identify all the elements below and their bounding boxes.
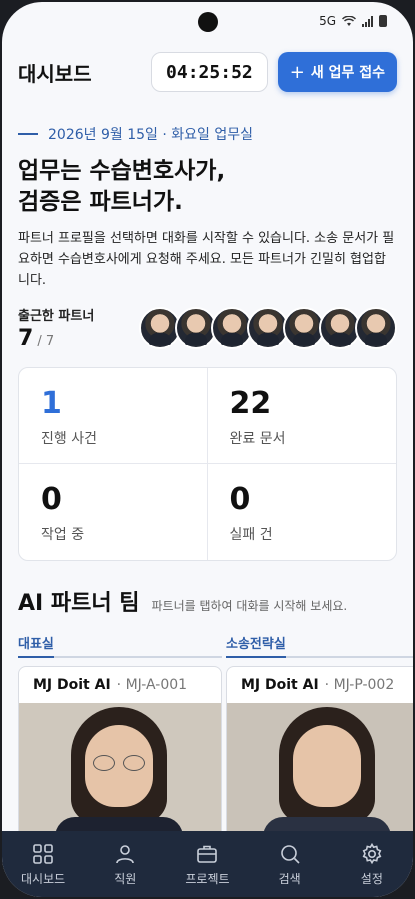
partners-total: / 7 [37, 334, 55, 349]
stat-value: 0 [229, 482, 251, 517]
card-code: · MJ-A-001 [116, 677, 188, 693]
card-name: MJ Doit AI [241, 677, 319, 693]
date-line: 2026년 9월 15일 · 화요일 업무실 [18, 124, 397, 144]
status-bar: 5G [2, 2, 413, 40]
stat-label: 작업 중 [41, 527, 85, 543]
partners-label: 출근한 파트너 [18, 309, 95, 324]
headline-line-2: 검증은 파트너가. [18, 189, 183, 215]
battery-icon [379, 15, 387, 27]
headline-line-1: 업무는 수습변호사가, [18, 158, 226, 184]
tab-label: 프로젝트 [185, 871, 230, 886]
group-label[interactable]: 소송전략실 [226, 633, 286, 658]
page-title: 대시보드 [18, 61, 92, 86]
grid-icon [33, 843, 53, 864]
search-icon [280, 844, 300, 864]
main-content: 2026년 9월 15일 · 화요일 업무실 업무는 수습변호사가, 검증은 파… [2, 102, 413, 836]
wifi-icon [342, 15, 356, 26]
card-title: MJ Doit AI · MJ-P-002 [227, 667, 413, 703]
tab-label: 대시보드 [21, 871, 66, 886]
team-hint: 파트너를 탭하여 대화를 시작해 보세요. [151, 599, 348, 613]
signal-icon [362, 15, 373, 27]
bottom-tab-bar: 대시보드 직원 프로젝트 검색 설정 [2, 831, 413, 897]
card-code: · MJ-P-002 [324, 677, 395, 693]
group-ceo-office: 대표실 MJ Doit AI · MJ-A-001 [18, 633, 222, 836]
stat-label: 진행 사건 [41, 431, 97, 447]
partners-count: 7/ 7 [18, 326, 94, 351]
stat-in-progress[interactable]: 1 진행 사건 [19, 368, 208, 464]
stat-label: 실패 건 [229, 527, 273, 543]
tab-settings[interactable]: 설정 [337, 842, 407, 887]
tab-projects[interactable]: 프로젝트 [172, 842, 242, 887]
tab-label: 설정 [360, 871, 383, 886]
group-label[interactable]: 대표실 [18, 633, 54, 658]
avatar[interactable] [355, 307, 397, 349]
stat-value: 1 [41, 386, 62, 421]
team-title: AI 파트너 팀 [18, 591, 140, 616]
tab-search[interactable]: 검색 [255, 842, 325, 887]
person-icon [116, 844, 135, 863]
on-duty-partners: 출근한 파트너 7/ 7 [18, 305, 397, 351]
phone-screen: 5G 대시보드 04:25:52 + 새 업무 접수 2026년 9월 15일 … [2, 2, 413, 897]
card-title: MJ Doit AI · MJ-A-001 [19, 667, 221, 703]
tab-staff[interactable]: 직원 [90, 842, 160, 887]
partner-avatars[interactable] [139, 307, 397, 349]
partner-groups: 대표실 MJ Doit AI · MJ-A-001 소송전략실 MJ Doit … [18, 633, 413, 836]
tab-label: 직원 [114, 871, 137, 886]
hero-description: 파트너 프로필을 선택하면 대화를 시작할 수 있습니다. 소송 문서가 필요하… [18, 231, 395, 288]
plus-icon: + [289, 61, 305, 83]
dash-decoration [18, 133, 38, 135]
glasses-detail [93, 755, 147, 771]
tab-dashboard[interactable]: 대시보드 [8, 842, 78, 887]
new-task-button[interactable]: + 새 업무 접수 [277, 52, 397, 92]
partners-count-value: 7 [18, 326, 34, 351]
partner-card[interactable]: MJ Doit AI · MJ-P-002 [226, 666, 413, 836]
team-header: AI 파트너 팀 파트너를 탭하여 대화를 시작해 보세요. [18, 585, 397, 617]
card-name: MJ Doit AI [33, 677, 111, 693]
group-litigation-strategy: 소송전략실 MJ Doit AI · MJ-P-002 [226, 633, 413, 836]
stat-completed[interactable]: 22 완료 문서 [207, 368, 396, 464]
stat-value: 22 [229, 386, 272, 421]
partner-portrait [227, 703, 413, 835]
headline: 업무는 수습변호사가, 검증은 파트너가. [18, 156, 397, 218]
stat-failed[interactable]: 0 실패 건 [208, 464, 397, 560]
stats-grid: 1 진행 사건 22 완료 문서 0 작업 중 0 실패 건 [18, 367, 397, 561]
stat-working[interactable]: 0 작업 중 [19, 464, 208, 560]
partner-portrait [19, 703, 221, 835]
briefcase-icon [197, 845, 218, 863]
stat-value: 0 [41, 482, 62, 517]
stat-label: 완료 문서 [229, 431, 286, 447]
app-header: 대시보드 04:25:52 + 새 업무 접수 [2, 42, 413, 102]
gear-icon [362, 842, 382, 864]
date-text: 2026년 9월 15일 · 화요일 업무실 [48, 127, 253, 143]
partner-card[interactable]: MJ Doit AI · MJ-A-001 [18, 666, 222, 836]
new-task-label: 새 업무 접수 [310, 65, 385, 81]
clock-display: 04:25:52 [151, 52, 268, 92]
network-label: 5G [319, 14, 336, 28]
tab-label: 검색 [278, 871, 301, 886]
